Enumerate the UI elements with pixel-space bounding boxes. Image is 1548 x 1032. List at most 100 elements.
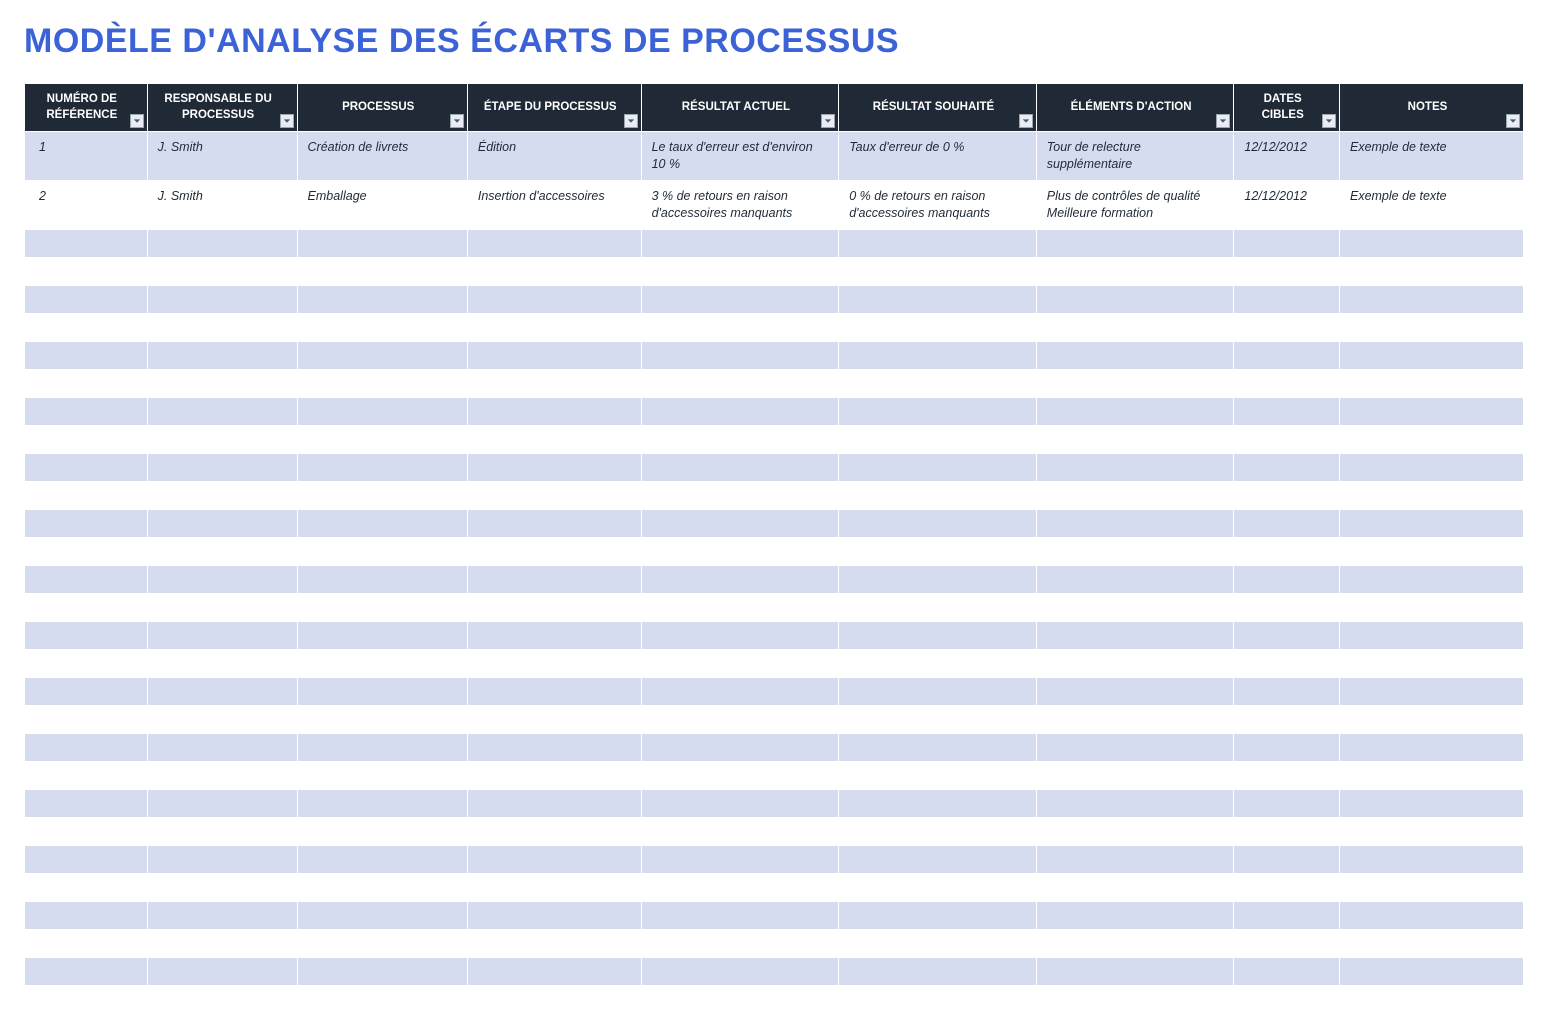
empty-cell[interactable] <box>641 621 839 649</box>
empty-cell[interactable] <box>25 537 148 565</box>
empty-cell[interactable] <box>1234 369 1340 397</box>
empty-cell[interactable] <box>147 789 297 817</box>
empty-cell[interactable] <box>467 257 641 285</box>
empty-cell[interactable] <box>641 957 839 985</box>
empty-cell[interactable] <box>25 397 148 425</box>
empty-cell[interactable] <box>297 957 467 985</box>
cell-owner[interactable]: J. Smith <box>147 180 297 229</box>
empty-cell[interactable] <box>1036 313 1234 341</box>
empty-cell[interactable] <box>25 313 148 341</box>
empty-cell[interactable] <box>25 621 148 649</box>
empty-cell[interactable] <box>1036 957 1234 985</box>
empty-cell[interactable] <box>839 481 1037 509</box>
empty-cell[interactable] <box>467 789 641 817</box>
empty-cell[interactable] <box>641 453 839 481</box>
empty-cell[interactable] <box>1234 481 1340 509</box>
empty-cell[interactable] <box>25 817 148 845</box>
empty-cell[interactable] <box>839 425 1037 453</box>
empty-cell[interactable] <box>467 957 641 985</box>
empty-cell[interactable] <box>1234 425 1340 453</box>
empty-cell[interactable] <box>1036 285 1234 313</box>
empty-cell[interactable] <box>467 677 641 705</box>
empty-cell[interactable] <box>1339 313 1523 341</box>
empty-cell[interactable] <box>1234 901 1340 929</box>
empty-cell[interactable] <box>467 453 641 481</box>
col-header-current-result[interactable]: RÉSULTAT ACTUEL <box>641 84 839 132</box>
empty-cell[interactable] <box>839 677 1037 705</box>
empty-cell[interactable] <box>25 705 148 733</box>
filter-dropdown-icon[interactable] <box>1506 114 1520 128</box>
empty-cell[interactable] <box>147 901 297 929</box>
empty-cell[interactable] <box>839 957 1037 985</box>
empty-cell[interactable] <box>297 425 467 453</box>
empty-cell[interactable] <box>1339 677 1523 705</box>
empty-cell[interactable] <box>147 677 297 705</box>
cell-desired-result[interactable]: 0 % de retours en raison d'accessoires m… <box>839 180 1037 229</box>
empty-cell[interactable] <box>641 733 839 761</box>
empty-cell[interactable] <box>839 621 1037 649</box>
empty-cell[interactable] <box>1234 453 1340 481</box>
empty-cell[interactable] <box>297 705 467 733</box>
empty-cell[interactable] <box>839 257 1037 285</box>
empty-cell[interactable] <box>1339 845 1523 873</box>
empty-cell[interactable] <box>1036 481 1234 509</box>
empty-cell[interactable] <box>297 313 467 341</box>
empty-cell[interactable] <box>467 341 641 369</box>
empty-cell[interactable] <box>1036 509 1234 537</box>
empty-cell[interactable] <box>147 817 297 845</box>
filter-dropdown-icon[interactable] <box>624 114 638 128</box>
filter-dropdown-icon[interactable] <box>130 114 144 128</box>
empty-cell[interactable] <box>467 397 641 425</box>
empty-cell[interactable] <box>25 341 148 369</box>
empty-cell[interactable] <box>1339 789 1523 817</box>
empty-cell[interactable] <box>467 481 641 509</box>
empty-cell[interactable] <box>467 621 641 649</box>
col-header-process[interactable]: PROCESSUS <box>297 84 467 132</box>
empty-cell[interactable] <box>1234 677 1340 705</box>
cell-reference[interactable]: 1 <box>25 132 148 181</box>
col-header-step[interactable]: ÉTAPE DU PROCESSUS <box>467 84 641 132</box>
empty-cell[interactable] <box>839 509 1037 537</box>
empty-cell[interactable] <box>1036 817 1234 845</box>
empty-cell[interactable] <box>147 313 297 341</box>
empty-cell[interactable] <box>297 285 467 313</box>
empty-cell[interactable] <box>839 285 1037 313</box>
empty-cell[interactable] <box>1036 705 1234 733</box>
cell-notes[interactable]: Exemple de texte <box>1339 180 1523 229</box>
empty-cell[interactable] <box>1036 929 1234 957</box>
empty-cell[interactable] <box>25 509 148 537</box>
empty-cell[interactable] <box>1036 257 1234 285</box>
empty-cell[interactable] <box>641 257 839 285</box>
empty-cell[interactable] <box>641 425 839 453</box>
empty-cell[interactable] <box>147 369 297 397</box>
empty-cell[interactable] <box>25 733 148 761</box>
empty-cell[interactable] <box>839 705 1037 733</box>
col-header-notes[interactable]: NOTES <box>1339 84 1523 132</box>
empty-cell[interactable] <box>297 733 467 761</box>
empty-cell[interactable] <box>25 369 148 397</box>
empty-cell[interactable] <box>467 229 641 257</box>
empty-cell[interactable] <box>1234 537 1340 565</box>
empty-cell[interactable] <box>25 593 148 621</box>
cell-reference[interactable]: 2 <box>25 180 148 229</box>
empty-cell[interactable] <box>147 229 297 257</box>
empty-cell[interactable] <box>467 313 641 341</box>
empty-cell[interactable] <box>1234 789 1340 817</box>
empty-cell[interactable] <box>297 537 467 565</box>
empty-cell[interactable] <box>1234 313 1340 341</box>
empty-cell[interactable] <box>297 677 467 705</box>
col-header-actions[interactable]: ÉLÉMENTS D'ACTION <box>1036 84 1234 132</box>
empty-cell[interactable] <box>839 789 1037 817</box>
empty-cell[interactable] <box>839 565 1037 593</box>
col-header-target-dates[interactable]: DATES CIBLES <box>1234 84 1340 132</box>
empty-cell[interactable] <box>1036 593 1234 621</box>
empty-cell[interactable] <box>1036 873 1234 901</box>
empty-cell[interactable] <box>297 789 467 817</box>
empty-cell[interactable] <box>839 985 1037 1013</box>
empty-cell[interactable] <box>641 761 839 789</box>
cell-step[interactable]: Édition <box>467 132 641 181</box>
empty-cell[interactable] <box>1339 537 1523 565</box>
empty-cell[interactable] <box>147 985 297 1013</box>
empty-cell[interactable] <box>1234 761 1340 789</box>
empty-cell[interactable] <box>1339 257 1523 285</box>
